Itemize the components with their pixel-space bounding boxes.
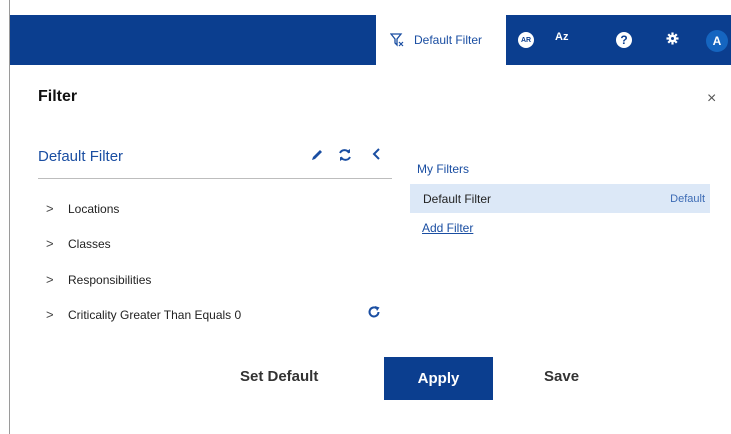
add-filter-link[interactable]: Add Filter	[422, 221, 473, 235]
chevron-left-icon[interactable]	[371, 147, 381, 166]
tree-item-criticality[interactable]: > Criticality Greater Than Equals 0	[46, 307, 241, 322]
divider	[38, 178, 392, 179]
set-default-button[interactable]: Set Default	[240, 368, 318, 385]
refresh-icon[interactable]	[337, 148, 353, 167]
dialog-title: Filter	[38, 88, 78, 105]
help-icon[interactable]: ?	[616, 32, 632, 48]
default-badge: Default	[670, 192, 705, 205]
ar-icon[interactable]: AR	[518, 32, 534, 48]
tree-item-label: Classes	[68, 236, 111, 251]
filter-tab[interactable]: Default Filter	[376, 15, 506, 65]
filter-list-item[interactable]: Default Filter Default	[410, 184, 710, 213]
pencil-icon[interactable]	[310, 148, 324, 167]
chevron-right-icon: >	[46, 236, 54, 251]
sort-az-icon[interactable]: Az	[555, 31, 568, 43]
gear-icon[interactable]	[666, 32, 679, 45]
current-filter-name: Default Filter	[38, 148, 124, 165]
filter-tab-label: Default Filter	[414, 33, 483, 47]
filter-icon	[390, 33, 404, 47]
tree-item-classes[interactable]: > Classes	[46, 236, 111, 251]
tree-item-responsibilities[interactable]: > Responsibilities	[46, 272, 151, 287]
chevron-right-icon: >	[46, 201, 54, 216]
apply-button[interactable]: Apply	[384, 357, 493, 400]
tree-item-locations[interactable]: > Locations	[46, 201, 119, 216]
my-filters-heading: My Filters	[417, 162, 469, 176]
chevron-right-icon: >	[46, 307, 54, 322]
filter-item-name: Default Filter	[423, 191, 492, 206]
tree-item-label: Criticality Greater Than Equals 0	[68, 307, 242, 322]
tree-item-label: Responsibilities	[68, 272, 152, 287]
reset-icon[interactable]	[367, 305, 381, 324]
window-edge	[9, 0, 10, 434]
save-button[interactable]: Save	[544, 368, 579, 385]
tree-item-label: Locations	[68, 201, 120, 216]
avatar[interactable]: A	[706, 30, 728, 52]
close-icon[interactable]: ×	[707, 90, 716, 108]
chevron-right-icon: >	[46, 272, 54, 287]
